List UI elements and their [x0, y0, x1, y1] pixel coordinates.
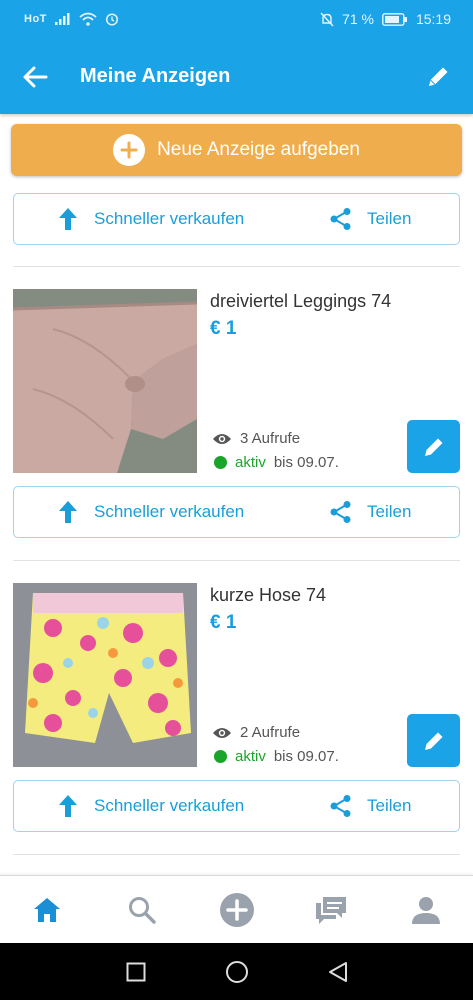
- share-icon: [330, 208, 351, 230]
- status-left: HoT: [24, 12, 119, 26]
- nav-search[interactable]: [122, 890, 162, 930]
- listing-title[interactable]: dreiviertel Leggings 74: [210, 291, 391, 312]
- share-button[interactable]: Teilen: [309, 781, 459, 831]
- listing-status: aktiv bis 09.07.: [214, 748, 339, 765]
- new-ad-button[interactable]: Neue Anzeige aufgeben: [11, 124, 462, 176]
- listing-actions-row: Schneller verkaufen Teilen: [13, 193, 460, 245]
- sell-faster-label: Schneller verkaufen: [94, 502, 245, 521]
- listing-actions-row: Schneller verkaufen Teilen: [13, 780, 460, 832]
- eye-icon: [213, 727, 231, 738]
- clock: 15:19: [415, 11, 451, 27]
- listing-views: 2 Aufrufe: [212, 724, 300, 741]
- sell-faster-button[interactable]: Schneller verkaufen: [14, 194, 274, 244]
- edit-listing-button[interactable]: [407, 420, 460, 473]
- search-icon: [129, 897, 156, 924]
- pencil-icon: [424, 438, 442, 456]
- signal-icon: [54, 13, 71, 25]
- nav-add[interactable]: [217, 890, 257, 930]
- share-button[interactable]: Teilen: [309, 194, 459, 244]
- arrow-up-icon: [59, 795, 77, 817]
- divider: [13, 266, 460, 267]
- share-button[interactable]: Teilen: [309, 487, 459, 537]
- listing-price: € 1: [210, 318, 237, 339]
- share-label: Teilen: [367, 502, 412, 521]
- triangle-back-icon: [329, 962, 347, 982]
- arrow-up-icon: [59, 208, 77, 230]
- back-button[interactable]: [18, 60, 52, 94]
- arrow-up-icon: [59, 501, 77, 523]
- listing-views-text: 2 Aufrufe: [240, 724, 301, 741]
- edit-listing-button[interactable]: [407, 714, 460, 767]
- system-navigation-bar: [0, 943, 473, 1000]
- share-label: Teilen: [367, 796, 412, 815]
- bottom-navigation: [0, 875, 473, 943]
- status-until: bis 09.07.: [273, 748, 339, 765]
- nav-profile[interactable]: [406, 890, 446, 930]
- nav-home[interactable]: [27, 890, 67, 930]
- listing-views-text: 3 Aufrufe: [240, 430, 301, 447]
- eye-icon: [213, 433, 231, 444]
- nav-messages[interactable]: [311, 890, 351, 930]
- divider: [13, 854, 460, 855]
- plus-circle-icon: [113, 134, 146, 166]
- sell-faster-label: Schneller verkaufen: [94, 209, 245, 228]
- battery-icon: [382, 12, 408, 26]
- listing-views: 3 Aufrufe: [212, 430, 300, 447]
- home-icon: [34, 898, 60, 922]
- carrier-label: HoT: [24, 13, 47, 25]
- share-icon: [330, 795, 351, 817]
- listing-title[interactable]: kurze Hose 74: [210, 585, 326, 606]
- status-badge: aktiv: [235, 454, 266, 471]
- sell-faster-label: Schneller verkaufen: [94, 796, 245, 815]
- mute-icon: [320, 12, 334, 27]
- edit-mode-button[interactable]: [421, 60, 455, 94]
- new-ad-container: Neue Anzeige aufgeben: [0, 114, 473, 188]
- app-bar: Meine Anzeigen: [0, 40, 473, 114]
- share-icon: [330, 501, 351, 523]
- status-right: 71 % 15:19: [320, 11, 451, 27]
- divider: [13, 560, 460, 561]
- profile-icon: [412, 897, 440, 924]
- recent-apps-button[interactable]: [122, 958, 150, 986]
- new-ad-label: Neue Anzeige aufgeben: [157, 139, 360, 160]
- back-system-button[interactable]: [324, 958, 352, 986]
- sell-faster-button[interactable]: Schneller verkaufen: [14, 781, 274, 831]
- alarm-icon: [105, 12, 119, 26]
- battery-percent: 71 %: [342, 11, 374, 27]
- listings-scroll-area[interactable]: Schneller verkaufen Teilen dreiviertel L…: [0, 188, 473, 875]
- status-dot-icon: [214, 750, 227, 763]
- status-dot-icon: [214, 456, 227, 469]
- pencil-icon: [424, 732, 442, 750]
- listing-status: aktiv bis 09.07.: [214, 454, 339, 471]
- pencil-icon: [429, 67, 448, 86]
- circle-icon: [226, 961, 248, 983]
- add-icon: [220, 893, 254, 927]
- status-bar: HoT 71 % 15:19: [0, 0, 473, 40]
- status-until: bis 09.07.: [273, 454, 339, 471]
- square-icon: [126, 962, 146, 982]
- share-label: Teilen: [367, 209, 412, 228]
- status-badge: aktiv: [235, 748, 266, 765]
- sell-faster-button[interactable]: Schneller verkaufen: [14, 487, 274, 537]
- home-system-button[interactable]: [223, 958, 251, 986]
- wifi-icon: [79, 12, 97, 26]
- arrow-left-icon: [23, 66, 48, 88]
- listing-price: € 1: [210, 612, 237, 633]
- listing-image[interactable]: [13, 583, 197, 767]
- listing-actions-row: Schneller verkaufen Teilen: [13, 486, 460, 538]
- messages-icon: [316, 897, 346, 924]
- listing-image[interactable]: [13, 289, 197, 473]
- page-title: Meine Anzeigen: [80, 65, 231, 87]
